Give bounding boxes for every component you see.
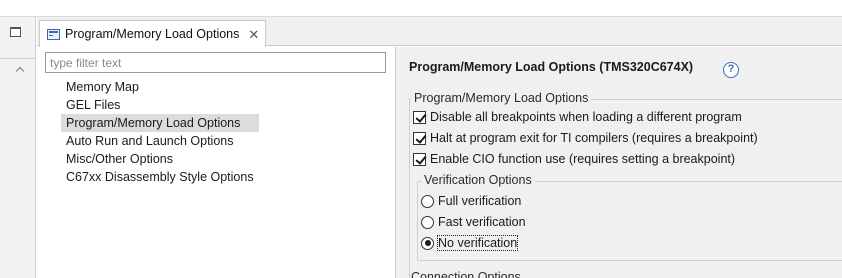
editor-content: Memory Map GEL Files Program/Memory Load… [37, 47, 842, 278]
no-verification-label: No verification [436, 235, 519, 251]
fast-verification-radio[interactable] [421, 215, 434, 229]
disable-breakpoints-checkbox-row[interactable]: Disable all breakpoints when loading a d… [413, 110, 742, 124]
minimize-icon[interactable] [10, 27, 21, 37]
properties-panel: Program/Memory Load Options (TMS320C674X… [395, 47, 842, 278]
halt-at-exit-label: Halt at program exit for TI compilers (r… [430, 131, 758, 145]
halt-at-exit-checkbox-row[interactable]: Halt at program exit for TI compilers (r… [413, 131, 758, 145]
top-band [0, 0, 842, 17]
enable-cio-checkbox[interactable] [413, 152, 426, 166]
load-options-legend: Program/Memory Load Options [411, 91, 592, 105]
left-panel-divider [0, 58, 36, 59]
tree-item-memory-map[interactable]: Memory Map [61, 78, 259, 96]
tree-item-c67xx-disassembly-style-options[interactable]: C67xx Disassembly Style Options [61, 168, 259, 186]
disable-breakpoints-checkbox[interactable] [413, 110, 426, 124]
editor-tab-bar: Program/Memory Load Options ✕ [37, 17, 842, 47]
editor-page-icon [47, 28, 60, 40]
page-title: Program/Memory Load Options (TMS320C674X… [409, 60, 694, 74]
verification-options-legend: Verification Options [421, 173, 535, 187]
filter-input[interactable] [45, 52, 386, 73]
fast-verification-label: Fast verification [438, 215, 526, 229]
tree-item-misc-other-options[interactable]: Misc/Other Options [61, 150, 259, 168]
options-tree: Memory Map GEL Files Program/Memory Load… [61, 78, 259, 186]
enable-cio-label: Enable CIO function use (requires settin… [430, 152, 736, 166]
verification-options-group: Verification Options Full verification F… [417, 173, 842, 261]
help-icon[interactable]: ? [723, 62, 739, 78]
chevron-up-icon[interactable] [15, 66, 25, 76]
fast-verification-radio-row[interactable]: Fast verification [421, 215, 526, 229]
tab-label: Program/Memory Load Options [65, 27, 240, 41]
no-verification-radio[interactable] [421, 236, 434, 250]
full-verification-label: Full verification [438, 194, 522, 208]
tree-item-gel-files[interactable]: GEL Files [61, 96, 259, 114]
no-verification-radio-row[interactable]: No verification [421, 235, 519, 251]
left-collapsed-panel [0, 17, 36, 278]
connection-options-legend: Connection Options [411, 270, 521, 278]
halt-at-exit-checkbox[interactable] [413, 131, 426, 145]
disable-breakpoints-label: Disable all breakpoints when loading a d… [430, 110, 742, 124]
load-options-group: Program/Memory Load Options Disable all … [409, 91, 842, 278]
tree-item-program-memory-load-options[interactable]: Program/Memory Load Options [61, 114, 259, 132]
tab-program-memory-load-options[interactable]: Program/Memory Load Options ✕ [39, 20, 267, 47]
tree-item-auto-run-launch-options[interactable]: Auto Run and Launch Options [61, 132, 259, 150]
close-icon[interactable]: ✕ [248, 28, 259, 41]
enable-cio-checkbox-row[interactable]: Enable CIO function use (requires settin… [413, 152, 735, 166]
full-verification-radio[interactable] [421, 194, 434, 208]
full-verification-radio-row[interactable]: Full verification [421, 194, 521, 208]
